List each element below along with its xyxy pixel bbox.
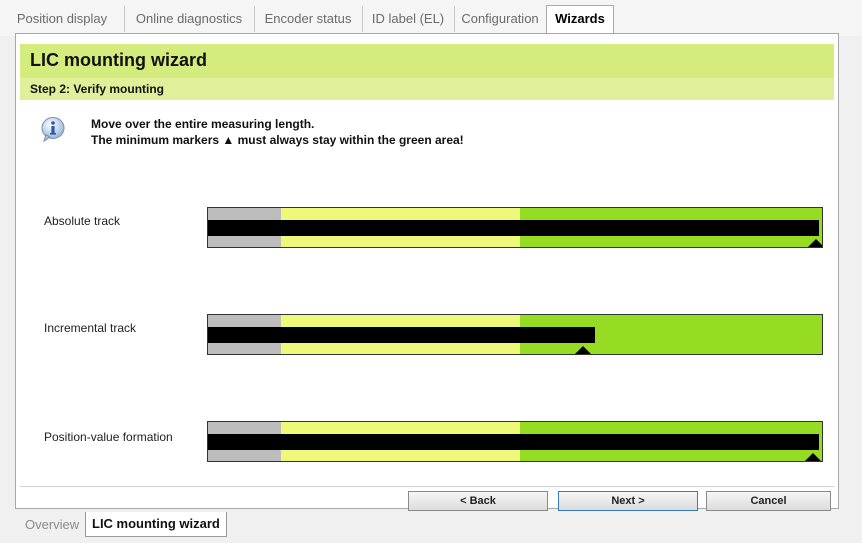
wizard-header: LIC mounting wizard Step 2: Verify mount… — [20, 44, 834, 100]
back-button[interactable]: < Back — [408, 491, 548, 511]
minimum-marker — [808, 239, 822, 247]
signal-level — [208, 220, 819, 236]
tab-encoder-status[interactable]: Encoder status — [254, 6, 363, 32]
position-value-formation-label: Position-value formation — [44, 430, 173, 444]
wizard-panel: LIC mounting wizard Step 2: Verify mount… — [15, 33, 839, 511]
instruction-line-2: The minimum markers ▲ must always stay w… — [91, 133, 464, 147]
incremental-track-bar — [207, 314, 823, 355]
tab-online-diagnostics[interactable]: Online diagnostics — [124, 6, 255, 32]
tab-id-label[interactable]: ID label (EL) — [362, 6, 455, 32]
tab-lic-mounting-wizard[interactable]: LIC mounting wizard — [85, 512, 227, 537]
button-row: < Back Next > Cancel — [20, 486, 834, 511]
step-band: Step 2: Verify mounting — [20, 78, 834, 100]
cancel-button[interactable]: Cancel — [706, 491, 831, 511]
tab-configuration[interactable]: Configuration — [454, 6, 546, 32]
info-icon — [41, 117, 65, 142]
tab-wizards[interactable]: Wizards — [546, 5, 614, 34]
tab-overview[interactable]: Overview — [25, 514, 79, 536]
absolute-track-label: Absolute track — [44, 214, 121, 228]
signal-level — [208, 434, 819, 450]
absolute-track-bar — [207, 207, 823, 248]
minimum-marker — [575, 346, 591, 354]
signal-level — [208, 327, 595, 343]
bottom-tab-bar: Overview LIC mounting wizard — [15, 512, 837, 538]
tab-position-display[interactable]: Position display — [0, 6, 125, 32]
minimum-marker — [805, 453, 821, 461]
next-button[interactable]: Next > — [558, 491, 698, 511]
incremental-track-label: Incremental track — [44, 321, 137, 335]
position-value-formation-bar — [207, 421, 823, 462]
wizard-title: LIC mounting wizard — [30, 50, 207, 70]
top-tab-bar: Position display Online diagnostics Enco… — [0, 0, 862, 36]
instruction-line-1: Move over the entire measuring length. — [91, 117, 315, 131]
step-title: Step 2: Verify mounting — [30, 82, 165, 96]
